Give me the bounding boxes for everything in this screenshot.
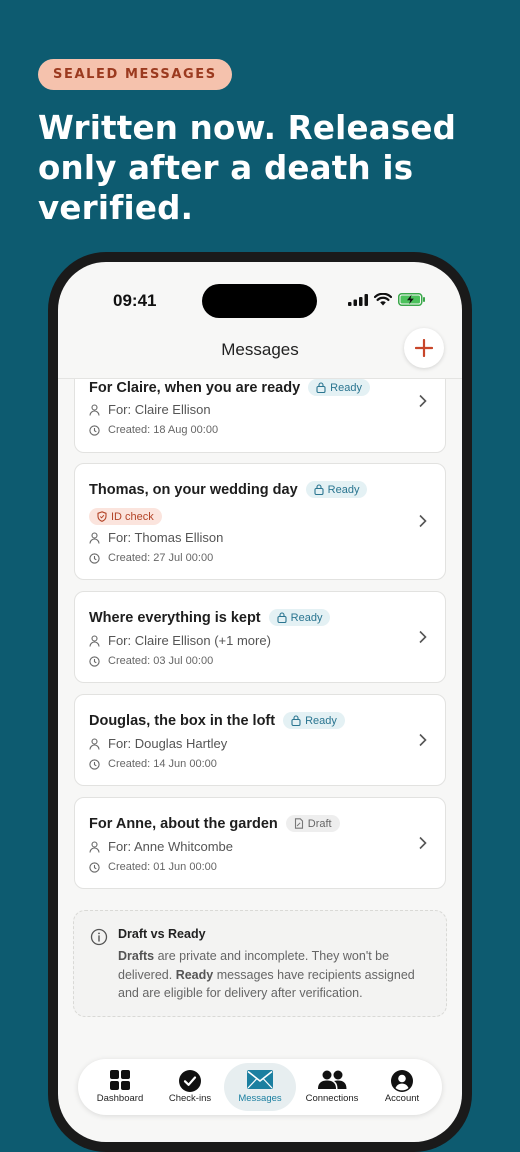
message-list[interactable]: For Claire, when you are ready Ready For… xyxy=(58,379,462,1142)
people-icon xyxy=(318,1070,347,1089)
chevron-right-icon xyxy=(418,630,427,649)
recipient-line: For: Anne Whitcombe xyxy=(89,839,233,854)
lock-icon xyxy=(314,484,324,495)
recipient-line: For: Douglas Hartley xyxy=(89,736,227,751)
message-card[interactable]: Douglas, the box in the loft Ready For: … xyxy=(74,694,446,786)
clock-icon xyxy=(89,424,100,436)
message-card[interactable]: For Anne, about the garden Draft For: An… xyxy=(74,797,446,889)
dashboard-icon xyxy=(110,1070,130,1090)
draft-vs-ready-info: Draft vs Ready Drafts are private and in… xyxy=(73,910,447,1017)
dynamic-island xyxy=(202,284,317,318)
chevron-right-icon xyxy=(418,514,427,533)
person-icon xyxy=(89,737,100,750)
status-icons xyxy=(348,293,426,306)
phone-screen: 09:41 Messages For Claire, when you are … xyxy=(58,262,462,1142)
recipient-line: For: Claire Ellison (+1 more) xyxy=(89,633,271,648)
plus-icon xyxy=(415,339,433,357)
created-line: Created: 18 Aug 00:00 xyxy=(89,424,218,436)
headline: Written now. Released only after a death… xyxy=(38,109,457,227)
status-badge: Ready xyxy=(308,379,370,396)
tab-messages[interactable]: Messages xyxy=(224,1063,296,1111)
message-card[interactable]: Where everything is kept Ready For: Clai… xyxy=(74,591,446,683)
info-icon xyxy=(90,928,108,946)
envelope-icon xyxy=(247,1070,273,1089)
phone-frame: 09:41 Messages For Claire, when you are … xyxy=(48,252,472,1152)
clock-icon xyxy=(89,552,100,564)
message-title: Where everything is kept xyxy=(89,609,261,626)
person-icon xyxy=(89,531,100,544)
account-icon xyxy=(391,1070,413,1092)
message-title: For Claire, when you are ready xyxy=(89,379,301,396)
page-title: Messages xyxy=(221,340,299,359)
clock-icon xyxy=(89,758,100,770)
message-card[interactable]: For Claire, when you are ready Ready For… xyxy=(74,379,446,453)
created-line: Created: 14 Jun 00:00 xyxy=(89,758,217,770)
wifi-icon xyxy=(374,293,392,306)
battery-charging-icon xyxy=(398,293,425,306)
created-line: Created: 27 Jul 00:00 xyxy=(89,552,213,564)
id-check-badge: ID check xyxy=(89,508,162,525)
info-body: Drafts are private and incomplete. They … xyxy=(118,949,415,1000)
message-title: For Anne, about the garden xyxy=(89,815,278,832)
lock-icon xyxy=(291,715,301,726)
status-badge: Ready xyxy=(305,481,368,498)
recipient-line: For: Claire Ellison xyxy=(89,402,211,417)
created-line: Created: 03 Jul 00:00 xyxy=(89,655,213,667)
clock-icon xyxy=(89,655,100,667)
lock-icon xyxy=(316,382,326,393)
status-badge: Ready xyxy=(268,609,331,626)
created-line: Created: 01 Jun 00:00 xyxy=(89,861,217,873)
info-title: Draft vs Ready xyxy=(118,927,206,941)
section-badge: SEALED MESSAGES xyxy=(38,59,232,90)
clock-icon xyxy=(89,861,100,873)
tab-dashboard[interactable]: Dashboard xyxy=(84,1063,156,1111)
add-message-button[interactable] xyxy=(404,328,444,368)
person-icon xyxy=(89,634,100,647)
status-badge: Draft xyxy=(285,815,340,832)
person-icon xyxy=(89,403,100,416)
draft-document-icon xyxy=(294,818,303,829)
tab-check-ins[interactable]: Check-ins xyxy=(154,1063,226,1111)
message-title: Thomas, on your wedding day xyxy=(89,481,298,498)
chevron-right-icon xyxy=(418,733,427,752)
status-badge: Ready xyxy=(283,712,345,729)
lock-icon xyxy=(277,612,287,623)
tab-bar: Dashboard Check-ins Messages Connections… xyxy=(78,1059,442,1115)
person-icon xyxy=(89,840,100,853)
tab-account[interactable]: Account xyxy=(366,1063,438,1111)
chevron-right-icon xyxy=(418,394,427,413)
status-time: 09:41 xyxy=(113,291,157,310)
tab-connections[interactable]: Connections xyxy=(296,1063,368,1111)
chevron-right-icon xyxy=(418,836,427,855)
message-title: Douglas, the box in the loft xyxy=(89,712,276,729)
message-card[interactable]: Thomas, on your wedding day Ready ID che… xyxy=(74,463,446,580)
signal-icon xyxy=(348,293,368,306)
recipient-line: For: Thomas Ellison xyxy=(89,530,223,545)
checkmark-icon xyxy=(179,1070,201,1092)
shield-icon xyxy=(97,511,107,522)
